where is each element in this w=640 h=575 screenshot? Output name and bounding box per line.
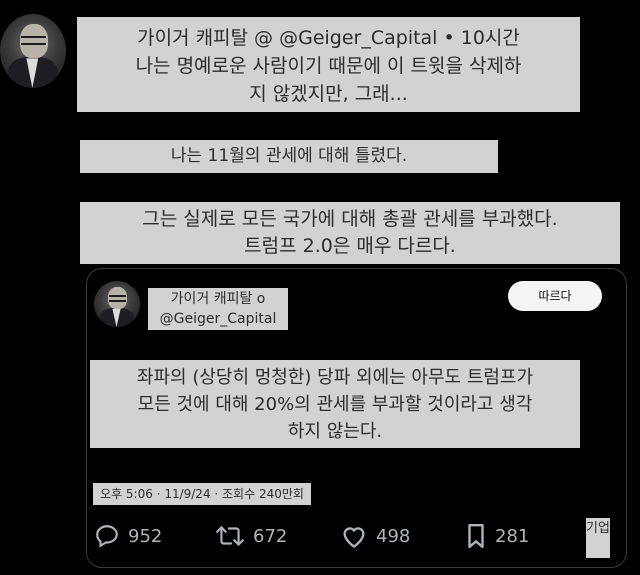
reply-button[interactable]: 952 (94, 520, 162, 552)
bookmark-count: 281 (495, 525, 530, 547)
author-avatar[interactable] (0, 14, 66, 88)
like-button[interactable]: 498 (340, 520, 410, 552)
reply-icon (96, 525, 118, 548)
heart-icon (343, 527, 365, 548)
quoted-tweet-meta: 오후 5:06 · 11/9/24 · 조회수 240만회 (93, 483, 311, 505)
tweet-text-line: 트럼프 2.0은 매우 다르다. (244, 235, 456, 257)
quoted-text-line: 모든 것에 대해 20%의 관세를 부과할 것이라고 생각 (137, 394, 533, 415)
tweet-text-line: 나는 11월의 관세에 대해 틀렸다. (80, 140, 498, 173)
quoted-author-info[interactable]: 가이거 캐피탈 o @Geiger_Capital (148, 288, 288, 330)
author-line: 가이거 캐피탈 @ @Geiger_Capital • 10시간 (137, 27, 520, 49)
quoted-handle: @Geiger_Capital (159, 311, 277, 327)
bookmark-icon (468, 523, 484, 549)
tweet-text-line: 나는 명예로운 사람이기 때문에 이 트윗을 삭제하 (135, 55, 522, 77)
quoted-text-line: 좌파의 (상당히 멍청한) 당파 외에는 아무도 트럼프가 (136, 367, 534, 388)
tweet-text-block: 그는 실제로 모든 국가에 대해 총괄 관세를 부과했다. 트럼프 2.0은 매… (80, 202, 620, 264)
tweet-text-line: 지 않겠지만, 그래... (249, 83, 408, 105)
like-count: 498 (376, 525, 411, 547)
quoted-text-line: 하지 않는다. (287, 421, 383, 442)
reply-count: 952 (128, 525, 163, 547)
tweet-header-text: 가이거 캐피탈 @ @Geiger_Capital • 10시간 나는 명예로운… (77, 17, 580, 112)
retweet-button[interactable]: 672 (215, 520, 287, 552)
quoted-author-avatar[interactable] (94, 281, 140, 327)
quoted-display-name: 가이거 캐피탈 o (170, 291, 266, 307)
tweet-text-line: 그는 실제로 모든 국가에 대해 총괄 관세를 부과했다. (142, 208, 558, 230)
retweet-icon (216, 526, 244, 546)
follow-button[interactable]: 따르다 (508, 281, 602, 311)
retweet-count: 672 (253, 525, 288, 547)
quoted-tweet-body: 좌파의 (상당히 멍청한) 당파 외에는 아무도 트럼프가 모든 것에 대해 2… (90, 360, 580, 448)
side-label: 기업 (586, 518, 610, 558)
bookmark-button[interactable]: 281 (465, 520, 529, 552)
